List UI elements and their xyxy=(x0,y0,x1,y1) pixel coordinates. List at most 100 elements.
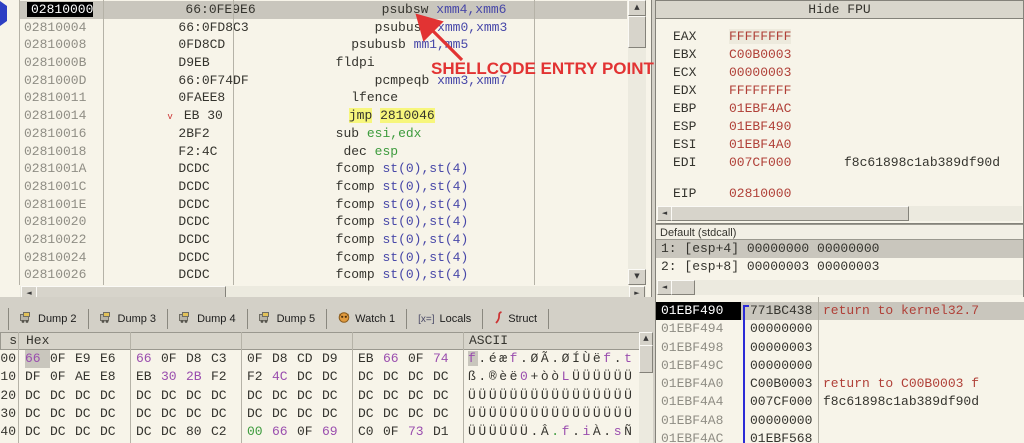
hex-byte: DC xyxy=(408,368,433,386)
scroll-thumb[interactable] xyxy=(628,16,646,48)
scroll-down-button[interactable]: ▼ xyxy=(628,269,646,285)
register-row[interactable]: ESI01EBF4A0 xyxy=(656,136,1024,154)
scroll-thumb[interactable] xyxy=(639,345,653,373)
hex-byte: DC xyxy=(272,405,297,423)
calling-convention-select[interactable]: Default (stdcall) xyxy=(656,224,1023,240)
register-value[interactable]: 007CF000 xyxy=(729,155,791,170)
hex-dump-row[interactable]: 40DCDCDCDCDCDC80C200660F69C00F73D1ÜÜÜÜÜÜ… xyxy=(0,423,640,441)
stack-row[interactable]: 01EBF4A4007CF000f8c61898c1ab389df90d xyxy=(656,393,1024,411)
register-value[interactable]: 01EBF490 xyxy=(729,119,791,134)
ascii-char: Ü xyxy=(499,388,509,403)
scroll-thumb[interactable] xyxy=(671,280,695,295)
instruction-bytes: 66:0FE9E6 xyxy=(185,2,255,17)
disasm-row[interactable]: 02810024DCDCfcomp st(0),st(4) xyxy=(0,249,627,267)
dump-vscrollbar[interactable]: ▲ xyxy=(639,332,653,443)
stack-row[interactable]: 01EBF4A0C00B0003return to C00B0003 f xyxy=(656,375,1024,393)
register-value[interactable]: 01EBF4A0 xyxy=(729,137,791,152)
disasm-row[interactable]: 02810018F2:4Cdec esp xyxy=(0,143,627,161)
disasm-row[interactable]: 0281001CDCDCfcomp st(0),st(4) xyxy=(0,178,627,196)
tab-dump-3[interactable]: Dump 3 xyxy=(89,308,168,330)
hex-dump-row[interactable]: 30DCDCDCDCDCDCDCDCDCDCDCDCDCDCDCDCÜÜÜÜÜÜ… xyxy=(0,405,640,423)
register-row[interactable]: EBP01EBF4AC xyxy=(656,100,1024,118)
register-value[interactable]: FFFFFFFF xyxy=(729,29,791,44)
disasm-row[interactable]: 0281000466:0FD8C3psubusb xmm0,xmm3 xyxy=(0,19,627,37)
tab-dump-4[interactable]: Dump 4 xyxy=(168,308,247,330)
register-value[interactable]: 01EBF4AC xyxy=(729,101,791,116)
ascii-char: Ü xyxy=(478,406,488,421)
register-value[interactable]: FFFFFFFF xyxy=(729,83,791,98)
arguments-hscrollbar[interactable]: ◄ xyxy=(656,280,1023,295)
disasm-row[interactable]: 0281001EDCDCfcomp st(0),st(4) xyxy=(0,196,627,214)
stack-row[interactable]: 01EBF49800000003 xyxy=(656,339,1024,357)
byte-group: DCDCDCDC xyxy=(247,405,347,423)
register-value[interactable]: 00000003 xyxy=(729,65,791,80)
disasm-row[interactable]: 0281000066:0FE9E6psubsw xmm4,xmm6 xyxy=(0,1,627,19)
argument-row[interactable]: 1: [esp+4] 00000000 00000000 xyxy=(656,240,1023,258)
disasm-row[interactable]: 028100110FAEE8lfence xyxy=(0,89,627,107)
hex-dump-row[interactable]: 00660FE9E6660FD8C30FD8CDD9EB660F74f.éæf.… xyxy=(0,350,640,368)
register-row[interactable]: EIP02810000 xyxy=(656,185,1024,203)
register-value[interactable]: 02810000 xyxy=(729,186,791,201)
byte-group: DCDCDCDC xyxy=(136,387,236,405)
scroll-thumb[interactable] xyxy=(671,206,909,221)
disasm-row[interactable]: 02810022DCDCfcomp st(0),st(4) xyxy=(0,231,627,249)
tab-dump-5[interactable]: Dump 5 xyxy=(248,308,327,330)
hex-byte: EB xyxy=(358,350,383,368)
scroll-up-button[interactable]: ▲ xyxy=(628,0,646,16)
register-name: ESI xyxy=(673,136,729,154)
register-row[interactable]: EDXFFFFFFFF xyxy=(656,82,1024,100)
register-row[interactable]: EDI007CF000f8c61898c1ab389df90d xyxy=(656,154,1024,172)
mnemonic: psubsw xyxy=(382,2,429,17)
mnemonic: psubusb xyxy=(375,20,430,35)
scroll-up-button[interactable]: ▲ xyxy=(639,332,653,346)
hex-dump-row[interactable]: 20DCDCDCDCDCDCDCDCDCDCDCDCDCDCDCDCÜÜÜÜÜÜ… xyxy=(0,387,640,405)
column-divider xyxy=(130,332,131,443)
hex-dump-row[interactable]: 10DF0FAEE8EB302BF2F24CDCDCDCDCDCDCß.®èë0… xyxy=(0,368,640,386)
tab-struct[interactable]: Struct xyxy=(483,308,548,330)
tab-dump-2[interactable]: Dump 2 xyxy=(9,308,88,330)
disasm-row[interactable]: 028100080FD8CDpsubusb mm1,mm5 xyxy=(0,36,627,54)
disasm-row[interactable]: 0281001ADCDCfcomp st(0),st(4) xyxy=(0,160,627,178)
tab-sliver xyxy=(0,308,9,330)
disasm-vscrollbar[interactable]: ▲ ▼ xyxy=(628,0,646,285)
stack-address: 01EBF49C xyxy=(656,357,741,375)
byte-group: C00F73D1 xyxy=(358,423,458,441)
register-row[interactable]: ECX00000003 xyxy=(656,64,1024,82)
mnemonic: fcomp xyxy=(336,232,375,247)
registers-hscrollbar[interactable]: ◄ xyxy=(657,206,1022,221)
stack-row[interactable]: 01EBF4AC01EBF568 xyxy=(656,430,1024,443)
disasm-row[interactable]: 028100162BF2sub esi,edx xyxy=(0,125,627,143)
ascii-char: Â xyxy=(541,424,551,439)
operands: st(0),st(4) xyxy=(382,161,468,176)
stack-row[interactable]: 01EBF49400000000 xyxy=(656,320,1024,338)
disassembly-rows: 0281000066:0FE9E6psubsw xmm4,xmm60281000… xyxy=(0,1,627,285)
stack-frame-bracket xyxy=(743,305,745,443)
stack-row[interactable]: 01EBF49C00000000 xyxy=(656,357,1024,375)
ascii-char: ë xyxy=(593,351,603,366)
stack-row[interactable]: 01EBF490771BC438return to kernel32.7 xyxy=(656,302,1024,320)
tab-watch-1[interactable]: Watch 1 xyxy=(327,308,406,330)
dump-header-row: s Hex ASCII xyxy=(0,332,640,350)
argument-row[interactable]: 2: [esp+8] 00000003 00000003 xyxy=(656,258,1023,276)
mnemonic: fldpi xyxy=(336,55,375,70)
disasm-row[interactable]: 02810020DCDCfcomp st(0),st(4) xyxy=(0,213,627,231)
disasm-row[interactable]: 02810014vEB 30jmp 2810046 xyxy=(0,107,627,125)
register-row[interactable]: EAXFFFFFFFF xyxy=(656,28,1024,46)
ascii-char: . xyxy=(572,424,582,439)
hex-byte: E8 xyxy=(100,368,125,386)
hex-byte: DC xyxy=(136,405,161,423)
register-value[interactable]: C00B0003 xyxy=(729,47,791,62)
register-row[interactable]: ESP01EBF490 xyxy=(656,118,1024,136)
register-row[interactable]: EBXC00B0003 xyxy=(656,46,1024,64)
scroll-left-button[interactable]: ◄ xyxy=(657,280,672,295)
stack-row[interactable]: 01EBF4A800000000 xyxy=(656,412,1024,430)
tab-locals[interactable]: [x=]Locals xyxy=(407,308,482,330)
ascii-char: Ü xyxy=(541,406,551,421)
hide-fpu-button[interactable]: Hide FPU xyxy=(656,1,1023,19)
operands: 2810046 xyxy=(380,108,435,123)
disasm-row[interactable]: 02810026DCDCfcomp st(0),st(4) xyxy=(0,266,627,284)
ascii-char: Ü xyxy=(572,388,582,403)
byte-group: DCDCDCDC xyxy=(136,405,236,423)
ascii-char: Ü xyxy=(593,369,603,384)
scroll-left-button[interactable]: ◄ xyxy=(657,206,672,221)
